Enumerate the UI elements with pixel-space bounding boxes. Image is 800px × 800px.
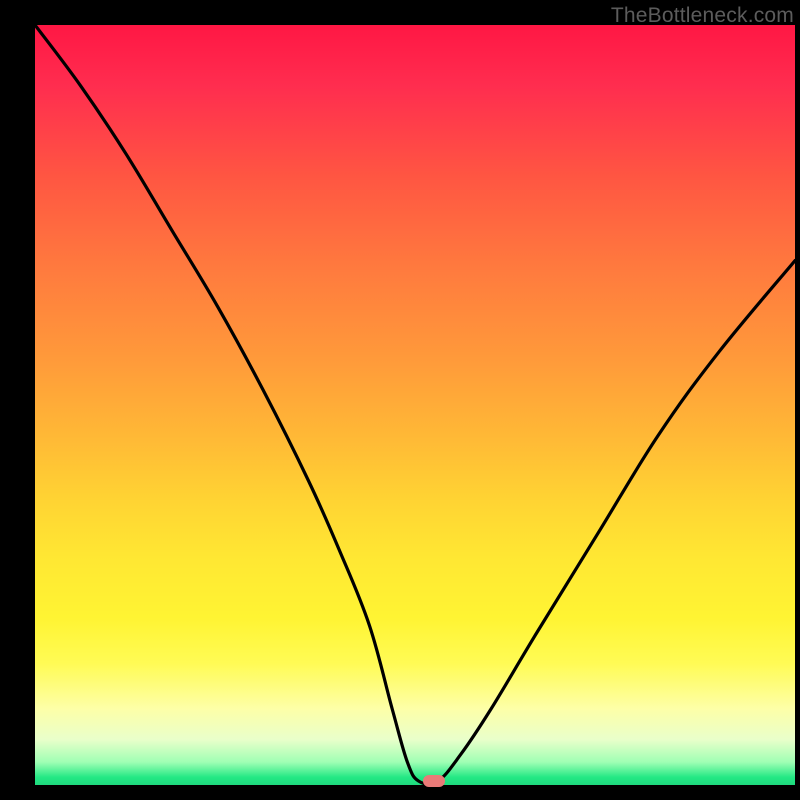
minimum-marker [423, 775, 445, 787]
bottleneck-curve [35, 25, 795, 785]
watermark-text: TheBottleneck.com [611, 4, 794, 28]
chart-frame: TheBottleneck.com [0, 0, 800, 800]
plot-area [35, 25, 795, 785]
